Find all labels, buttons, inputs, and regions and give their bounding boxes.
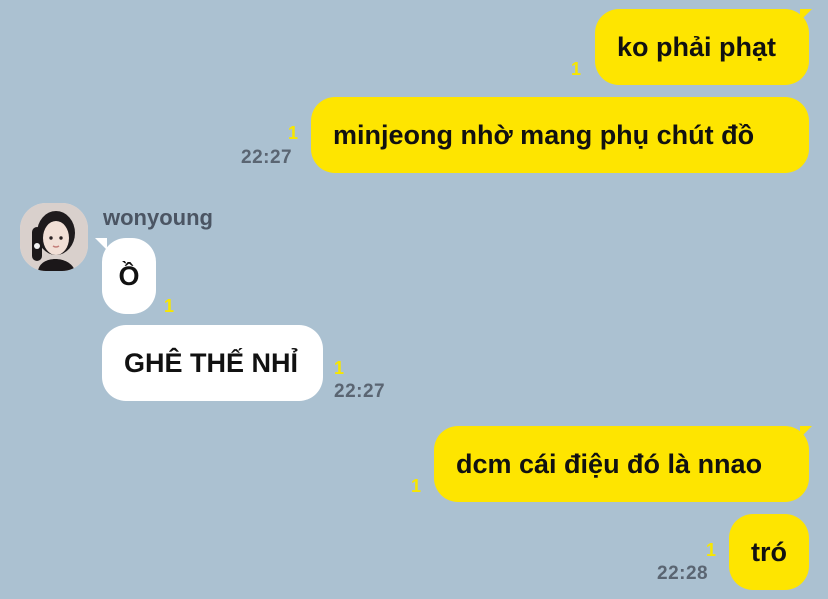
message-bubble-outgoing[interactable]: tró <box>729 514 809 590</box>
message-text: Ồ <box>118 260 140 291</box>
message-timestamp: 22:28 <box>657 563 709 584</box>
message-text: GHÊ THẾ NHỈ <box>124 347 299 378</box>
read-count: 1 <box>571 59 582 79</box>
message-bubble-incoming[interactable]: Ồ <box>102 238 156 314</box>
sender-name: wonyoung <box>103 205 213 230</box>
message-text: minjeong nhờ mang phụ chút đồ <box>333 119 755 150</box>
avatar-photo-icon <box>20 203 88 271</box>
read-count: 1 <box>288 123 299 143</box>
message-bubble-incoming[interactable]: GHÊ THẾ NHỈ <box>102 325 323 401</box>
message-bubble-outgoing[interactable]: dcm cái điệu đó là nnao <box>434 426 809 502</box>
read-count: 1 <box>411 476 422 496</box>
message-text: dcm cái điệu đó là nnao <box>456 448 763 479</box>
message-text: ko phải phạt <box>617 31 777 62</box>
read-count: 1 <box>334 358 345 378</box>
message-bubble-outgoing[interactable]: minjeong nhờ mang phụ chút đồ <box>311 97 809 173</box>
avatar[interactable] <box>20 203 88 271</box>
read-count: 1 <box>706 540 717 560</box>
message-text: tró <box>751 536 787 567</box>
read-count: 1 <box>164 296 175 316</box>
message-timestamp: 22:27 <box>241 147 293 168</box>
message-bubble-outgoing[interactable]: ko phải phạt <box>595 9 809 85</box>
message-timestamp: 22:27 <box>334 381 386 402</box>
